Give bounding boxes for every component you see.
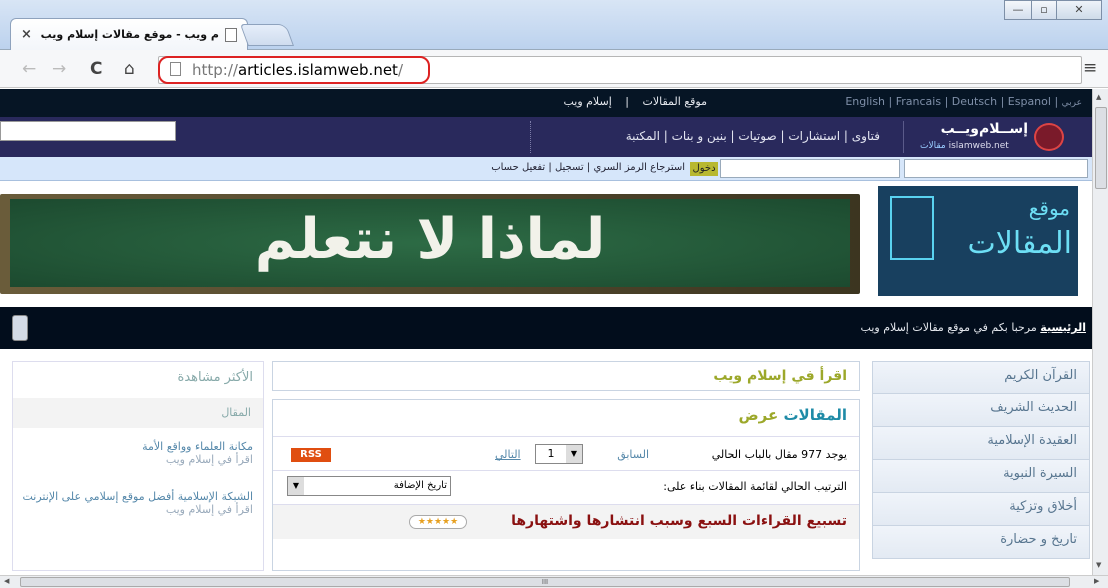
divider: [273, 470, 859, 471]
category-sidebar: القرآن الكريم الحديث الشريف العقيدة الإس…: [872, 361, 1090, 559]
logo-text: إســلام‌ويــب: [940, 121, 1028, 137]
lang-link[interactable]: English: [845, 95, 885, 108]
lang-link[interactable]: Francais: [896, 95, 941, 108]
forward-icon[interactable]: →: [52, 60, 66, 78]
document-icon: [890, 196, 934, 260]
welcome-text: مرحبا بكم في موقع مقالات إسلام ويب: [860, 321, 1037, 334]
divider: [530, 121, 531, 153]
header-nav[interactable]: فتاوى | استشارات | صوتيات | بنين و بنات …: [560, 129, 880, 143]
lang-link[interactable]: عربي: [1062, 98, 1082, 108]
logo-emblem-icon: [1034, 123, 1064, 151]
tab-title: م ويب - موقع مقالات إسلام ويب: [40, 28, 219, 41]
site-search-input[interactable]: [0, 121, 176, 141]
horizontal-scrollbar[interactable]: ◀ III ▶: [0, 575, 1108, 588]
popular-header: المقال: [13, 398, 263, 428]
activate-account-link[interactable]: تفعيل حساب: [491, 162, 545, 173]
page-icon: [225, 27, 237, 42]
lang-link[interactable]: Espanol: [1008, 95, 1051, 108]
sort-label: الترتيب الحالي لقائمة المقالات بناء على:: [663, 480, 847, 493]
scroll-down-icon[interactable]: ▼: [1096, 561, 1101, 569]
site-name: المقالات: [967, 226, 1073, 261]
sidebar-item-akhlaq[interactable]: أخلاق وتزكية: [872, 493, 1090, 526]
sidebar-item-hadith[interactable]: الحديث الشريف: [872, 394, 1090, 427]
chevron-down-icon: ▼: [566, 445, 582, 463]
maximize-button[interactable]: ▫: [1031, 0, 1057, 20]
page-viewport: English | Francais | Deutsch | Espanol |…: [0, 89, 1092, 575]
article-row[interactable]: تسبيع القراءات السبع وسبب انتشارها واشته…: [273, 505, 859, 539]
reload-icon[interactable]: C: [90, 60, 102, 78]
popular-item[interactable]: مكانة العلماء وواقع الأمة اقرأ في إسلام و…: [13, 440, 253, 466]
divider: [903, 121, 904, 153]
scroll-right-icon[interactable]: ▶: [1094, 577, 1099, 585]
home-link[interactable]: الرئيسية: [1040, 321, 1086, 334]
close-window-button[interactable]: ✕: [1056, 0, 1102, 20]
vertical-scrollbar[interactable]: ▲ ▼: [1092, 89, 1108, 575]
articles-site-link[interactable]: موقع المقالات: [643, 95, 708, 108]
article-count: يوجد 977 مقال بالباب الحالي: [711, 448, 847, 461]
mobile-icon[interactable]: [12, 315, 28, 341]
scrollbar-thumb[interactable]: [1095, 107, 1107, 189]
language-links: English | Francais | Deutsch | Espanol |…: [845, 95, 1082, 108]
minimize-button[interactable]: —: [1004, 0, 1032, 20]
sidebar-item-aqeedah[interactable]: العقيدة الإسلامية: [872, 427, 1090, 460]
banner-headline: لماذا لا نتعلم: [254, 207, 606, 272]
page-select[interactable]: 1 ▼: [535, 444, 583, 464]
chalkboard-image: لماذا لا نتعلم: [10, 199, 850, 287]
tab-close-icon[interactable]: ×: [21, 27, 32, 42]
divider: [273, 436, 859, 437]
menu-icon[interactable]: ≡: [1083, 58, 1097, 78]
popular-title: الأكثر مشاهدة: [177, 370, 253, 385]
register-link[interactable]: تسجيل: [555, 162, 584, 173]
articles-title: المقالات عرض: [738, 406, 847, 424]
sidebar-item-history[interactable]: تاريخ و حضارة: [872, 526, 1090, 559]
account-links: استرجاع الرمز السري | تسجيل | تفعيل حساب: [491, 162, 685, 173]
password-input[interactable]: [720, 159, 900, 178]
site-label: موقع: [1028, 196, 1070, 220]
site-topbar: English | Francais | Deutsch | Espanol |…: [0, 89, 1092, 117]
login-bar: دخول استرجاع الرمز السري | تسجيل | تفعيل…: [0, 157, 1092, 181]
chevron-down-icon: ▼: [288, 477, 304, 495]
islamweb-link[interactable]: إسلام ويب: [563, 95, 611, 108]
back-icon[interactable]: ←: [22, 60, 36, 78]
next-link[interactable]: التالي: [495, 448, 521, 461]
rss-button[interactable]: RSS: [291, 448, 331, 462]
new-tab-button[interactable]: [239, 24, 295, 46]
scroll-left-icon[interactable]: ◀: [4, 577, 9, 585]
home-icon[interactable]: ⌂: [124, 60, 135, 78]
url-highlight-annotation: [158, 56, 430, 84]
lang-link[interactable]: Deutsch: [952, 95, 997, 108]
breadcrumb: الرئيسية مرحبا بكم في موقع مقالات إسلام …: [610, 321, 1086, 334]
popular-panel: الأكثر مشاهدة المقال مكانة العلماء وواقع…: [12, 361, 264, 571]
site-header: إســلام‌ويــب مقالات islamweb.net فتاوى …: [0, 117, 1092, 157]
sort-select[interactable]: ▼ تاريخ الإضافة: [287, 476, 451, 496]
rating-stars: ★★★★★: [409, 515, 467, 529]
sidebar-item-seerah[interactable]: السيرة النبوية: [872, 460, 1090, 493]
sidebar-item-quran[interactable]: القرآن الكريم: [872, 361, 1090, 394]
article-title[interactable]: تسبيع القراءات السبع وسبب انتشارها واشته…: [503, 513, 847, 529]
articles-panel: المقالات عرض يوجد 977 مقال بالباب الحالي…: [272, 399, 860, 571]
tab-active[interactable]: م ويب - موقع مقالات إسلام ويب ×: [10, 18, 248, 50]
main-content: القرآن الكريم الحديث الشريف العقيدة الإس…: [0, 349, 1092, 575]
breadcrumb-bar: الرئيسية مرحبا بكم في موقع مقالات إسلام …: [0, 307, 1092, 349]
site-links: موقع المقالات | إسلام ويب: [563, 95, 708, 108]
recover-password-link[interactable]: استرجاع الرمز السري: [593, 162, 685, 173]
prev-link[interactable]: السابق: [589, 448, 649, 461]
scrollbar-thumb[interactable]: III: [20, 577, 1070, 587]
read-section-title: اقرأ في إسلام ويب: [272, 361, 860, 391]
login-button[interactable]: دخول: [690, 162, 718, 176]
logo-subtext: مقالات islamweb.net: [920, 141, 1009, 151]
site-logo-box: موقع المقالات: [878, 186, 1078, 296]
scroll-up-icon[interactable]: ▲: [1096, 93, 1101, 101]
banner: لماذا لا نتعلم موقع المقالات: [0, 181, 1092, 307]
popular-item[interactable]: الشبكة الإسلامية أفضل موقع إسلامي على ال…: [13, 490, 254, 516]
username-input[interactable]: [904, 159, 1088, 178]
